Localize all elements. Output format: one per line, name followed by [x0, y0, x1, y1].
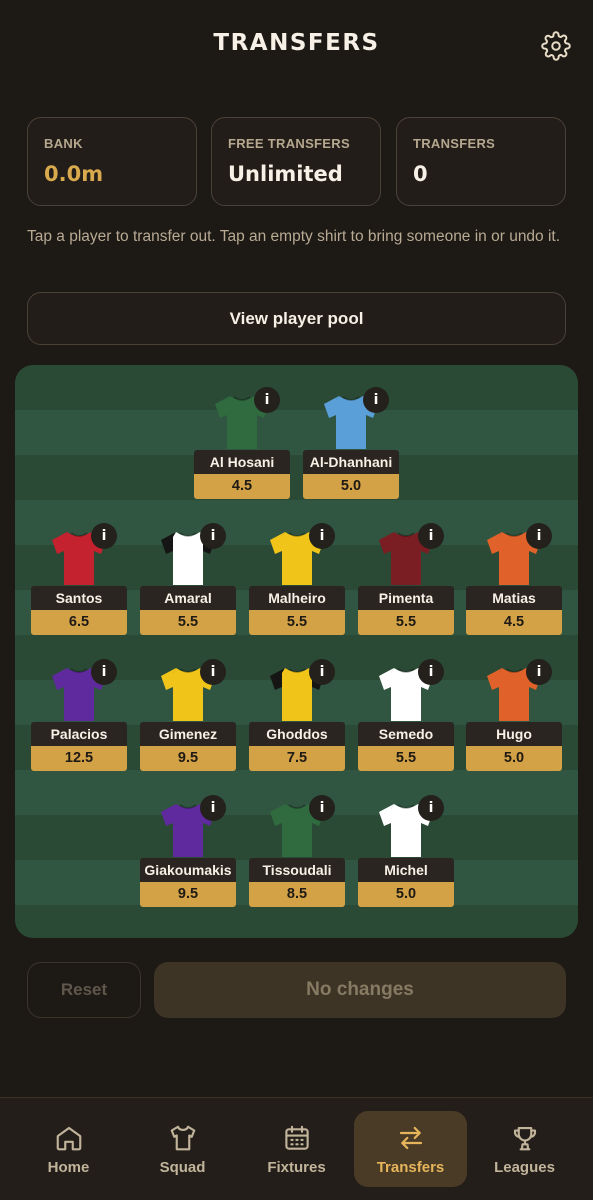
- player-price: 5.0: [358, 882, 454, 907]
- info-icon[interactable]: i: [200, 659, 226, 685]
- player-name: Amaral: [140, 586, 236, 610]
- player-name: Gimenez: [140, 722, 236, 746]
- calendar-icon: [285, 1125, 309, 1150]
- player-name: Pimenta: [358, 586, 454, 610]
- player-card[interactable]: i Hugo 5.0: [466, 659, 562, 777]
- info-icon[interactable]: i: [418, 659, 444, 685]
- player-card[interactable]: i Santos 6.5: [31, 523, 127, 641]
- player-card[interactable]: i Amaral 5.5: [140, 523, 236, 641]
- nav-transfers[interactable]: Transfers: [354, 1111, 467, 1187]
- shirt-icon: [170, 1125, 196, 1151]
- nav-leagues-label: Leagues: [494, 1159, 555, 1176]
- player-price: 5.5: [358, 746, 454, 771]
- info-icon[interactable]: i: [526, 659, 552, 685]
- pitch: i Al Hosani 4.5 i Al-Dhanhani 5.0 i Santos 6.5 i A…: [15, 365, 578, 938]
- player-card[interactable]: i Pimenta 5.5: [358, 523, 454, 641]
- player-name: Semedo: [358, 722, 454, 746]
- info-icon[interactable]: i: [200, 795, 226, 821]
- reset-button[interactable]: Reset: [27, 962, 141, 1018]
- gear-icon: [541, 31, 571, 61]
- player-price: 4.5: [466, 610, 562, 635]
- nav-squad-label: Squad: [159, 1159, 206, 1176]
- nav-fixtures-label: Fixtures: [267, 1159, 326, 1176]
- player-card[interactable]: i Tissoudali 8.5: [249, 795, 345, 913]
- free-transfers-label: FREE TRANSFERS: [228, 136, 350, 151]
- player-name: Michel: [358, 858, 454, 882]
- player-price: 9.5: [140, 882, 236, 907]
- player-card[interactable]: i Malheiro 5.5: [249, 523, 345, 641]
- player-name: Palacios: [31, 722, 127, 746]
- info-icon[interactable]: i: [91, 659, 117, 685]
- info-icon[interactable]: i: [526, 523, 552, 549]
- info-icon[interactable]: i: [200, 523, 226, 549]
- settings-button[interactable]: [541, 31, 571, 61]
- player-price: 6.5: [31, 610, 127, 635]
- nav-squad[interactable]: Squad: [126, 1111, 239, 1187]
- player-card[interactable]: i Al-Dhanhani 5.0: [303, 387, 399, 505]
- player-price: 5.0: [303, 474, 399, 499]
- bank-value: 0.0m: [44, 162, 104, 186]
- player-name: Giakoumakis: [140, 858, 236, 882]
- info-icon[interactable]: i: [91, 523, 117, 549]
- player-price: 7.5: [249, 746, 345, 771]
- bottom-nav: Home Squad Fixtures Transfers Leagues: [0, 1097, 593, 1200]
- info-icon[interactable]: i: [363, 387, 389, 413]
- confirm-transfers-button[interactable]: No changes: [154, 962, 566, 1018]
- info-icon[interactable]: i: [309, 795, 335, 821]
- info-icon[interactable]: i: [254, 387, 280, 413]
- nav-leagues[interactable]: Leagues: [468, 1111, 581, 1187]
- nav-home[interactable]: Home: [12, 1111, 125, 1187]
- player-name: Al Hosani: [194, 450, 290, 474]
- view-player-pool-button[interactable]: View player pool: [27, 292, 566, 345]
- info-icon[interactable]: i: [418, 523, 444, 549]
- free-transfers-value: Unlimited: [228, 162, 343, 186]
- player-price: 5.5: [140, 610, 236, 635]
- home-icon: [56, 1126, 82, 1151]
- player-name: Tissoudali: [249, 858, 345, 882]
- nav-transfers-label: Transfers: [376, 1159, 445, 1176]
- player-name: Matias: [466, 586, 562, 610]
- header: TRANSFERS: [0, 0, 593, 92]
- info-icon[interactable]: i: [309, 659, 335, 685]
- player-card[interactable]: i Semedo 5.5: [358, 659, 454, 777]
- player-price: 8.5: [249, 882, 345, 907]
- transfers-label: TRANSFERS: [413, 136, 496, 151]
- player-card[interactable]: i Michel 5.0: [358, 795, 454, 913]
- player-card[interactable]: i Palacios 12.5: [31, 659, 127, 777]
- instruction-text: Tap a player to transfer out. Tap an emp…: [27, 228, 561, 245]
- transfer-arrows-icon: [399, 1126, 423, 1150]
- player-name: Ghoddos: [249, 722, 345, 746]
- player-name: Al-Dhanhani: [303, 450, 399, 474]
- trophy-icon: [513, 1126, 537, 1151]
- transfers-value: 0: [413, 162, 428, 186]
- player-card[interactable]: i Gimenez 9.5: [140, 659, 236, 777]
- nav-home-label: Home: [47, 1159, 90, 1176]
- bank-stat: BANK 0.0m: [27, 117, 197, 206]
- free-transfers-stat: FREE TRANSFERS Unlimited: [211, 117, 381, 206]
- nav-fixtures[interactable]: Fixtures: [240, 1111, 353, 1187]
- info-icon[interactable]: i: [418, 795, 444, 821]
- player-card[interactable]: i Giakoumakis 9.5: [140, 795, 236, 913]
- player-card[interactable]: i Al Hosani 4.5: [194, 387, 290, 505]
- player-price: 12.5: [31, 746, 127, 771]
- player-card[interactable]: i Matias 4.5: [466, 523, 562, 641]
- player-card[interactable]: i Ghoddos 7.5: [249, 659, 345, 777]
- player-price: 5.5: [249, 610, 345, 635]
- player-price: 5.5: [358, 610, 454, 635]
- player-name: Hugo: [466, 722, 562, 746]
- page-title: TRANSFERS: [213, 30, 380, 56]
- bank-label: BANK: [44, 136, 83, 151]
- info-icon[interactable]: i: [309, 523, 335, 549]
- player-price: 9.5: [140, 746, 236, 771]
- player-name: Santos: [31, 586, 127, 610]
- player-price: 4.5: [194, 474, 290, 499]
- player-price: 5.0: [466, 746, 562, 771]
- transfers-stat: TRANSFERS 0: [396, 117, 566, 206]
- transfers-screen: TRANSFERS BANK 0.0m FREE TRANSFERS Unlim…: [0, 0, 593, 1200]
- player-name: Malheiro: [249, 586, 345, 610]
